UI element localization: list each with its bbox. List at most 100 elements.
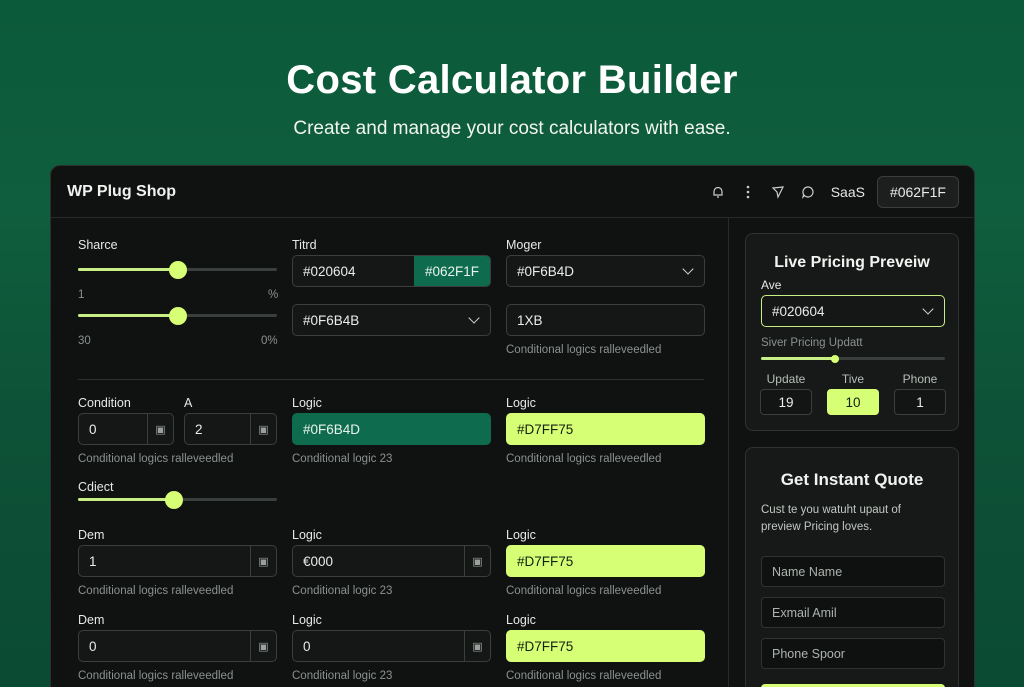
a-input[interactable]: 2 ▣ — [184, 413, 277, 445]
logic-label: Logic — [506, 613, 536, 627]
logic-green-input[interactable]: #0F6B4D — [292, 413, 491, 445]
tive-value-box[interactable]: 10 — [827, 389, 879, 415]
preview-slider-label: Siver Pricing Updatt — [761, 337, 863, 349]
lock-icon[interactable]: ▣ — [250, 546, 276, 576]
sharce-label: Sharce — [78, 238, 118, 252]
moger-input[interactable]: 1XB — [506, 304, 705, 336]
preview-col-label: Phone — [902, 372, 938, 386]
logic-amount-value: 0 — [303, 638, 311, 654]
bell-icon[interactable] — [703, 176, 733, 208]
section-divider — [78, 379, 704, 380]
dem-value: 0 — [89, 638, 97, 654]
quote-description-line-1: Cust te you watuht upaut of — [761, 504, 902, 516]
collect-slider[interactable] — [78, 491, 277, 509]
dem-input[interactable]: 1 ▣ — [78, 545, 277, 577]
slider-knob[interactable] — [830, 354, 839, 363]
dem-input[interactable]: 0 ▣ — [78, 630, 277, 662]
dem-label: Dem — [78, 613, 105, 627]
hero-subtitle: Create and manage your cost calculators … — [293, 118, 731, 139]
logic-helper: Conditional logics ralleveedled — [506, 585, 662, 597]
phone-value-box[interactable]: 1 — [894, 389, 946, 415]
logic-label: Logic — [506, 396, 536, 410]
hero-title: Cost Calculator Builder — [286, 58, 738, 102]
preview-col-label: Tive — [841, 372, 865, 386]
titrd-input-value: #020604 — [303, 263, 356, 279]
dem-label: Dem — [78, 528, 105, 542]
chevron-down-icon — [468, 312, 480, 324]
moger-input-value: 1XB — [517, 312, 543, 328]
lock-icon[interactable]: ▣ — [147, 414, 173, 444]
calculator-form: Sharce 1 % 30 0% Titrd #020604 #062F1F #… — [51, 218, 729, 687]
logic-lime-value: #D7FF75 — [517, 638, 574, 654]
condition-input[interactable]: 0 ▣ — [78, 413, 174, 445]
logic-helper: Conditional logic 23 — [292, 453, 393, 465]
titrd-select[interactable]: #0F6B4B — [292, 304, 491, 336]
app-window: WP Plug Shop SaaS #062F1F Sharce 1 % 30 … — [50, 165, 975, 687]
moger-select-value: #0F6B4D — [517, 263, 575, 279]
slider-knob[interactable] — [168, 261, 187, 279]
color-hex-button[interactable]: #062F1F — [876, 176, 959, 208]
sharce-slider-2[interactable] — [78, 307, 277, 325]
email-input[interactable]: Exmail Amil — [761, 597, 945, 628]
slider-knob[interactable] — [168, 307, 187, 325]
logic-amount-input[interactable]: 0 ▣ — [292, 630, 491, 662]
moger-label: Moger — [506, 238, 542, 252]
slider-1-max-label: % — [268, 289, 279, 301]
logic-lime-input[interactable]: #D7FF75 — [506, 413, 705, 445]
preview-slider[interactable] — [761, 351, 945, 367]
brand-name: WP Plug Shop — [67, 182, 177, 200]
top-bar-actions: SaaS #062F1F — [703, 176, 959, 208]
dem-helper: Conditional logics ralleveedled — [78, 670, 234, 682]
logic-helper: Conditional logic 23 — [292, 585, 393, 597]
slider-knob[interactable] — [164, 491, 183, 509]
preview-select-value: #020604 — [772, 303, 825, 319]
lock-icon[interactable]: ▣ — [250, 631, 276, 661]
dem-value: 1 — [89, 553, 97, 569]
saas-label[interactable]: SaaS — [831, 184, 865, 200]
logic-helper: Conditional logics ralleveedled — [506, 670, 662, 682]
live-pricing-preview-card: Live Pricing Preveiw Ave #020604 Siver P… — [745, 233, 959, 431]
quote-title: Get Instant Quote — [780, 470, 924, 489]
moger-helper: Conditional logics ralleveedled — [506, 344, 662, 356]
send-icon[interactable] — [763, 176, 793, 208]
chevron-down-icon — [922, 303, 934, 315]
a-label: A — [184, 396, 193, 410]
logic-label: Logic — [506, 528, 536, 542]
lock-icon[interactable]: ▣ — [464, 631, 490, 661]
lock-icon[interactable]: ▣ — [250, 414, 276, 444]
logic-amount-input[interactable]: €000 ▣ — [292, 545, 491, 577]
chat-icon[interactable] — [793, 176, 823, 208]
titrd-label: Titrd — [292, 238, 317, 252]
titrd-color-input[interactable]: #020604 #062F1F — [292, 255, 491, 287]
titrd-select-value: #0F6B4B — [303, 312, 360, 328]
chevron-down-icon — [682, 263, 694, 275]
logic-amount-value: €000 — [303, 553, 334, 569]
logic-green-value: #0F6B4D — [303, 421, 361, 437]
preview-title: Live Pricing Preveiw — [774, 254, 930, 271]
logic-label: Logic — [292, 528, 322, 542]
logic-lime-input[interactable]: #D7FF75 — [506, 545, 705, 577]
logic-label: Logic — [292, 396, 322, 410]
update-value-box[interactable]: 19 — [760, 389, 812, 415]
more-vertical-icon[interactable] — [733, 176, 763, 208]
phone-input[interactable]: Phone Spoor — [761, 638, 945, 669]
sharce-slider-1[interactable] — [78, 261, 277, 279]
preview-select[interactable]: #020604 — [761, 295, 945, 327]
preview-col-label: Update — [766, 372, 806, 386]
sidebar: Live Pricing Preveiw Ave #020604 Siver P… — [729, 218, 974, 687]
logic-helper: Conditional logics ralleveedled — [506, 453, 662, 465]
slider-1-min-label: 1 — [78, 289, 85, 301]
logic-lime-input[interactable]: #D7FF75 — [506, 630, 705, 662]
quote-description-line-2: preview Pricing loves. — [761, 521, 873, 533]
top-bar: WP Plug Shop SaaS #062F1F — [51, 166, 974, 218]
logic-label: Logic — [292, 613, 322, 627]
condition-helper: Conditional logics ralleveedled — [78, 453, 234, 465]
dem-helper: Conditional logics ralleveedled — [78, 585, 234, 597]
logic-lime-value: #D7FF75 — [517, 421, 574, 437]
name-input[interactable]: Name Name — [761, 556, 945, 587]
condition-label: Condition — [78, 396, 131, 410]
moger-select[interactable]: #0F6B4D — [506, 255, 705, 287]
lock-icon[interactable]: ▣ — [464, 546, 490, 576]
titrd-color-swatch[interactable]: #062F1F — [414, 256, 490, 286]
a-value: 2 — [195, 421, 203, 437]
